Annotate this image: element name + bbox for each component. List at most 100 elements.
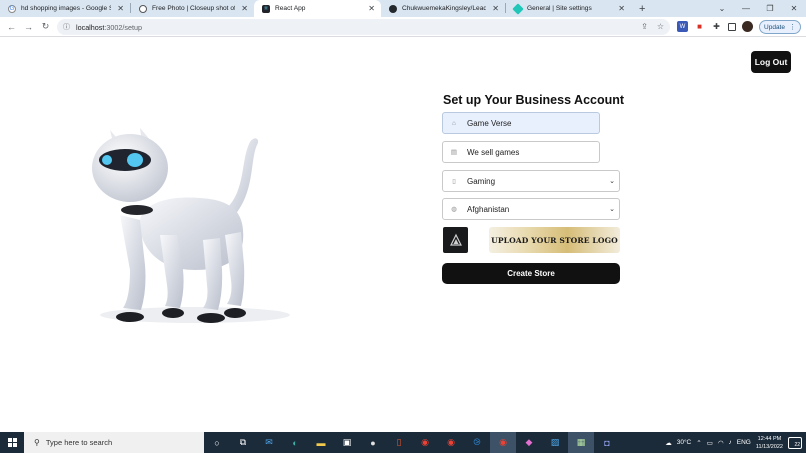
- github-icon: [389, 4, 397, 13]
- create-store-button[interactable]: Create Store: [442, 263, 620, 284]
- chevron-down-icon: ⌄: [609, 178, 615, 185]
- close-tab-icon[interactable]: ✕: [618, 4, 625, 13]
- business-name-input[interactable]: ⌂ Game Verse: [442, 112, 600, 134]
- store-icon[interactable]: ▣: [334, 432, 360, 453]
- show-hidden-icons[interactable]: ⌃: [696, 439, 701, 447]
- restore-button[interactable]: ❐: [758, 4, 782, 13]
- description-value: We sell games: [467, 147, 520, 157]
- category-selected-value: Gaming: [467, 176, 496, 186]
- cortana-icon[interactable]: ○: [204, 432, 230, 453]
- battery-icon[interactable]: ▭: [707, 439, 713, 447]
- close-tab-icon[interactable]: ✕: [368, 4, 375, 13]
- logout-button[interactable]: Log Out: [751, 51, 791, 73]
- windows-start-icon[interactable]: [0, 432, 24, 453]
- business-name-value: Game Verse: [467, 118, 512, 128]
- close-window-button[interactable]: ✕: [782, 4, 806, 13]
- minimize-button[interactable]: —: [734, 4, 758, 13]
- weather-temp[interactable]: 30°C: [677, 439, 692, 446]
- close-tab-icon[interactable]: ✕: [492, 4, 499, 13]
- site-info-icon[interactable]: ⓘ: [63, 22, 70, 32]
- address-bar[interactable]: ⓘ localhost:3002/setup ⇪ ☆: [57, 19, 670, 35]
- puzzle-extensions-icon[interactable]: ✚: [711, 21, 722, 32]
- edge-icon[interactable]: ◐: [282, 432, 308, 453]
- app-icon[interactable]: ◘: [594, 432, 620, 453]
- file-explorer-icon[interactable]: ▬: [308, 432, 334, 453]
- office-icon[interactable]: ▯: [386, 432, 412, 453]
- notification-count: 22: [794, 441, 800, 448]
- alien-app-icon[interactable]: ●: [360, 432, 386, 453]
- tab-google-search[interactable]: G hd shopping images - Google Se ✕: [0, 0, 130, 17]
- back-arrow-icon[interactable]: ←: [3, 22, 20, 32]
- globe-icon: ◍: [451, 206, 457, 213]
- tab-title: General | Site settings: [527, 5, 592, 12]
- business-description-input[interactable]: ▤ We sell games: [442, 141, 600, 163]
- react-icon: ⚛: [262, 4, 270, 13]
- tab-title: hd shopping images - Google Se: [21, 5, 112, 12]
- more-menu-icon[interactable]: ⋮: [789, 23, 796, 31]
- notification-center-icon[interactable]: 22: [788, 436, 802, 449]
- search-icon: ⚲: [34, 438, 40, 447]
- task-view-icon[interactable]: ⧉: [230, 432, 256, 453]
- url-text: localhost:3002/setup: [76, 23, 142, 32]
- close-tab-icon[interactable]: ✕: [117, 4, 124, 13]
- update-button[interactable]: Update ⋮: [759, 20, 801, 34]
- window-controls: ⌄ — ❐ ✕: [710, 0, 806, 17]
- clock[interactable]: 12:44 PM 11/13/2022: [756, 435, 783, 451]
- tab-react-app[interactable]: ⚛ React App ✕: [254, 0, 381, 17]
- reload-icon[interactable]: ↻: [37, 21, 54, 32]
- tab-site-settings[interactable]: General | Site settings ✕: [506, 0, 631, 17]
- store-icon: ⌂: [452, 119, 456, 127]
- url-path: :3002/setup: [104, 22, 142, 32]
- tab-free-photo[interactable]: Free Photo | Closeup shot of tw ✕: [131, 0, 254, 17]
- store-logo-preview: [443, 227, 468, 253]
- mail-icon[interactable]: ✉: [256, 432, 282, 453]
- taskbar-search-box[interactable]: ⚲ Type here to search: [24, 432, 204, 453]
- update-label: Update: [764, 23, 785, 31]
- vscode-icon[interactable]: ⧁: [464, 432, 490, 453]
- search-placeholder: Type here to search: [45, 438, 113, 447]
- chrome-profile-icon[interactable]: ◉: [438, 432, 464, 453]
- country-selected-value: Afghanistan: [467, 204, 510, 214]
- volume-icon[interactable]: ♪: [729, 439, 732, 446]
- extension-icon[interactable]: W: [677, 21, 688, 32]
- tab-title: Free Photo | Closeup shot of tw: [152, 5, 236, 12]
- robot-cat-image: [92, 128, 290, 323]
- logo-preview-icon: [449, 233, 462, 246]
- chevron-down-icon: ⌄: [609, 206, 615, 213]
- browser-tab-strip: G hd shopping images - Google Se ✕ Free …: [0, 0, 806, 17]
- system-tray: ☁ 30°C ⌃ ▭ ◠ ♪ ENG 12:44 PM 11/13/2022 2…: [665, 432, 806, 453]
- category-select[interactable]: ▯ Gaming ⌄: [442, 170, 620, 192]
- tab-title: React App: [275, 5, 306, 12]
- page-title: Set up Your Business Account: [443, 93, 625, 107]
- side-panel-icon[interactable]: [728, 22, 736, 31]
- tab-title: ChukwuemekaKingsley/LeadingE: [402, 5, 487, 12]
- chrome-active-icon[interactable]: ◉: [490, 432, 516, 453]
- tab-github[interactable]: ChukwuemekaKingsley/LeadingE ✕: [381, 0, 505, 17]
- netlify-icon: [512, 2, 524, 15]
- extension-icons: W ■ ✚: [677, 21, 753, 32]
- network-icon[interactable]: ◠: [718, 439, 724, 447]
- new-tab-button[interactable]: +: [639, 3, 645, 15]
- country-select[interactable]: ◍ Afghanistan ⌄: [442, 198, 620, 220]
- forward-arrow-icon[interactable]: →: [20, 22, 37, 32]
- tab-search-icon[interactable]: ⌄: [710, 4, 734, 13]
- upload-logo-button[interactable]: UPLOAD YOUR STORE LOGO: [489, 227, 620, 253]
- weather-icon[interactable]: ☁: [665, 439, 672, 447]
- windows-taskbar: ⚲ Type here to search ○ ⧉ ✉ ◐ ▬ ▣ ● ▯ ◉ …: [0, 432, 806, 453]
- close-tab-icon[interactable]: ✕: [241, 4, 248, 13]
- profile-avatar[interactable]: [742, 21, 753, 32]
- photos-icon[interactable]: ▨: [542, 432, 568, 453]
- paint-icon[interactable]: ◆: [516, 432, 542, 453]
- chat-icon: ▤: [450, 149, 458, 156]
- chrome-icon[interactable]: ◉: [412, 432, 438, 453]
- bookmark-star-icon[interactable]: ☆: [657, 22, 664, 31]
- language-indicator[interactable]: ENG: [737, 439, 751, 446]
- browser-toolbar: ← → ↻ ⓘ localhost:3002/setup ⇪ ☆ W ■ ✚ U…: [0, 17, 806, 37]
- share-icon[interactable]: ⇪: [641, 22, 648, 31]
- url-host: localhost: [76, 22, 105, 32]
- lock-extension-icon[interactable]: ■: [694, 21, 705, 32]
- terminal-icon[interactable]: ▦: [568, 432, 594, 453]
- bookmark-icon: ▯: [452, 178, 456, 185]
- omnibox-actions: ⇪ ☆: [641, 22, 664, 31]
- freepik-icon: [139, 4, 147, 13]
